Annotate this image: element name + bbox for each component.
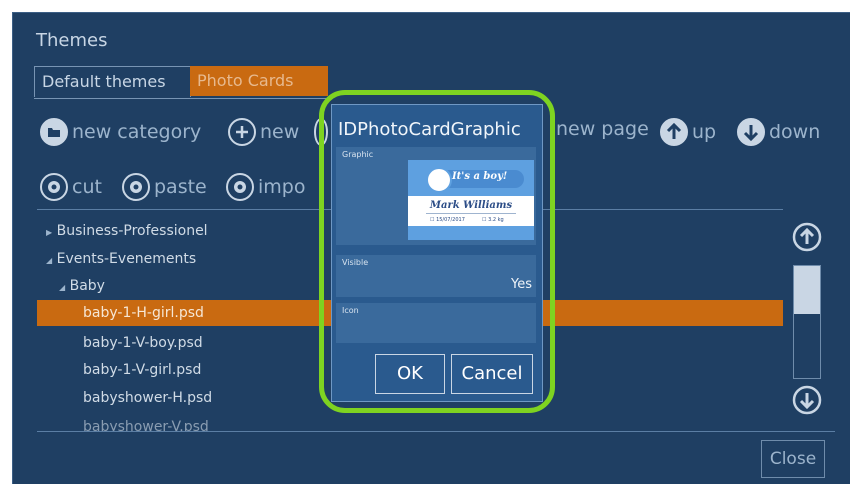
- cut-button[interactable]: cut: [40, 173, 102, 201]
- new-button[interactable]: new: [228, 118, 299, 146]
- tree-item[interactable]: ◢ Baby: [59, 273, 105, 299]
- tree-item-label: baby-1-V-boy.psd: [83, 335, 203, 351]
- new-page-label: new page: [556, 118, 649, 140]
- down-button[interactable]: down: [737, 118, 820, 146]
- scroll-up-button[interactable]: [792, 222, 822, 252]
- import-button[interactable]: impo: [226, 173, 305, 201]
- arrow-down-icon: [792, 385, 822, 415]
- arrow-down-icon: [737, 118, 765, 146]
- up-button[interactable]: up: [660, 118, 716, 146]
- paste-button[interactable]: paste: [122, 173, 207, 201]
- gear-icon: [122, 173, 150, 201]
- tree-item-label: Business-Professionel: [56, 223, 208, 239]
- gear-icon: [40, 173, 68, 201]
- scroll-down-button[interactable]: [792, 385, 822, 415]
- tree-item[interactable]: baby-1-V-boy.psd: [83, 330, 203, 356]
- arrow-up-icon: [792, 222, 822, 252]
- plus-icon: [228, 118, 256, 146]
- tree-item[interactable]: baby-1-V-girl.psd: [83, 357, 201, 383]
- tree-item-label: baby-1-H-girl.psd: [83, 305, 204, 321]
- new-category-button[interactable]: new category: [40, 118, 201, 146]
- tab-default-themes[interactable]: Default themes: [34, 66, 191, 97]
- tree-item[interactable]: ▶ Business-Professionel: [46, 218, 208, 244]
- cut-label: cut: [72, 176, 102, 198]
- new-category-label: new category: [72, 121, 202, 143]
- tree-item-label: Baby: [69, 278, 105, 294]
- up-label: up: [692, 121, 717, 143]
- scrollbar[interactable]: [793, 265, 821, 379]
- tree-item-label: baby-1-V-girl.psd: [83, 362, 202, 378]
- tab-photo-cards[interactable]: Photo Cards: [190, 66, 328, 96]
- gear-icon: [226, 173, 254, 201]
- highlight-outline: [319, 90, 555, 413]
- expand-arrow-icon: ▶: [46, 228, 53, 237]
- new-label: new: [260, 121, 300, 143]
- tree-item-label: Events-Evenements: [56, 251, 197, 267]
- down-label: down: [769, 121, 821, 143]
- close-button[interactable]: Close: [761, 440, 825, 478]
- collapse-arrow-icon: ◢: [59, 283, 66, 292]
- folder-icon: [40, 118, 68, 146]
- new-page-button[interactable]: new page: [556, 118, 649, 140]
- arrow-up-icon: [660, 118, 688, 146]
- tree-item[interactable]: ◢ Events-Evenements: [46, 246, 196, 272]
- scroll-thumb[interactable]: [794, 266, 820, 314]
- paste-label: paste: [154, 176, 207, 198]
- import-label: impo: [258, 176, 306, 198]
- window-title: Themes: [36, 30, 108, 51]
- tree-item-label: babyshower-H.psd: [83, 390, 213, 406]
- tree-item[interactable]: babyshower-H.psd: [83, 385, 212, 411]
- tab-bar: Default themes Photo Cards: [34, 66, 330, 99]
- tree-item[interactable]: babyshower-V.psd: [83, 414, 209, 432]
- collapse-arrow-icon: ◢: [46, 256, 53, 265]
- bottom-divider: [37, 431, 835, 432]
